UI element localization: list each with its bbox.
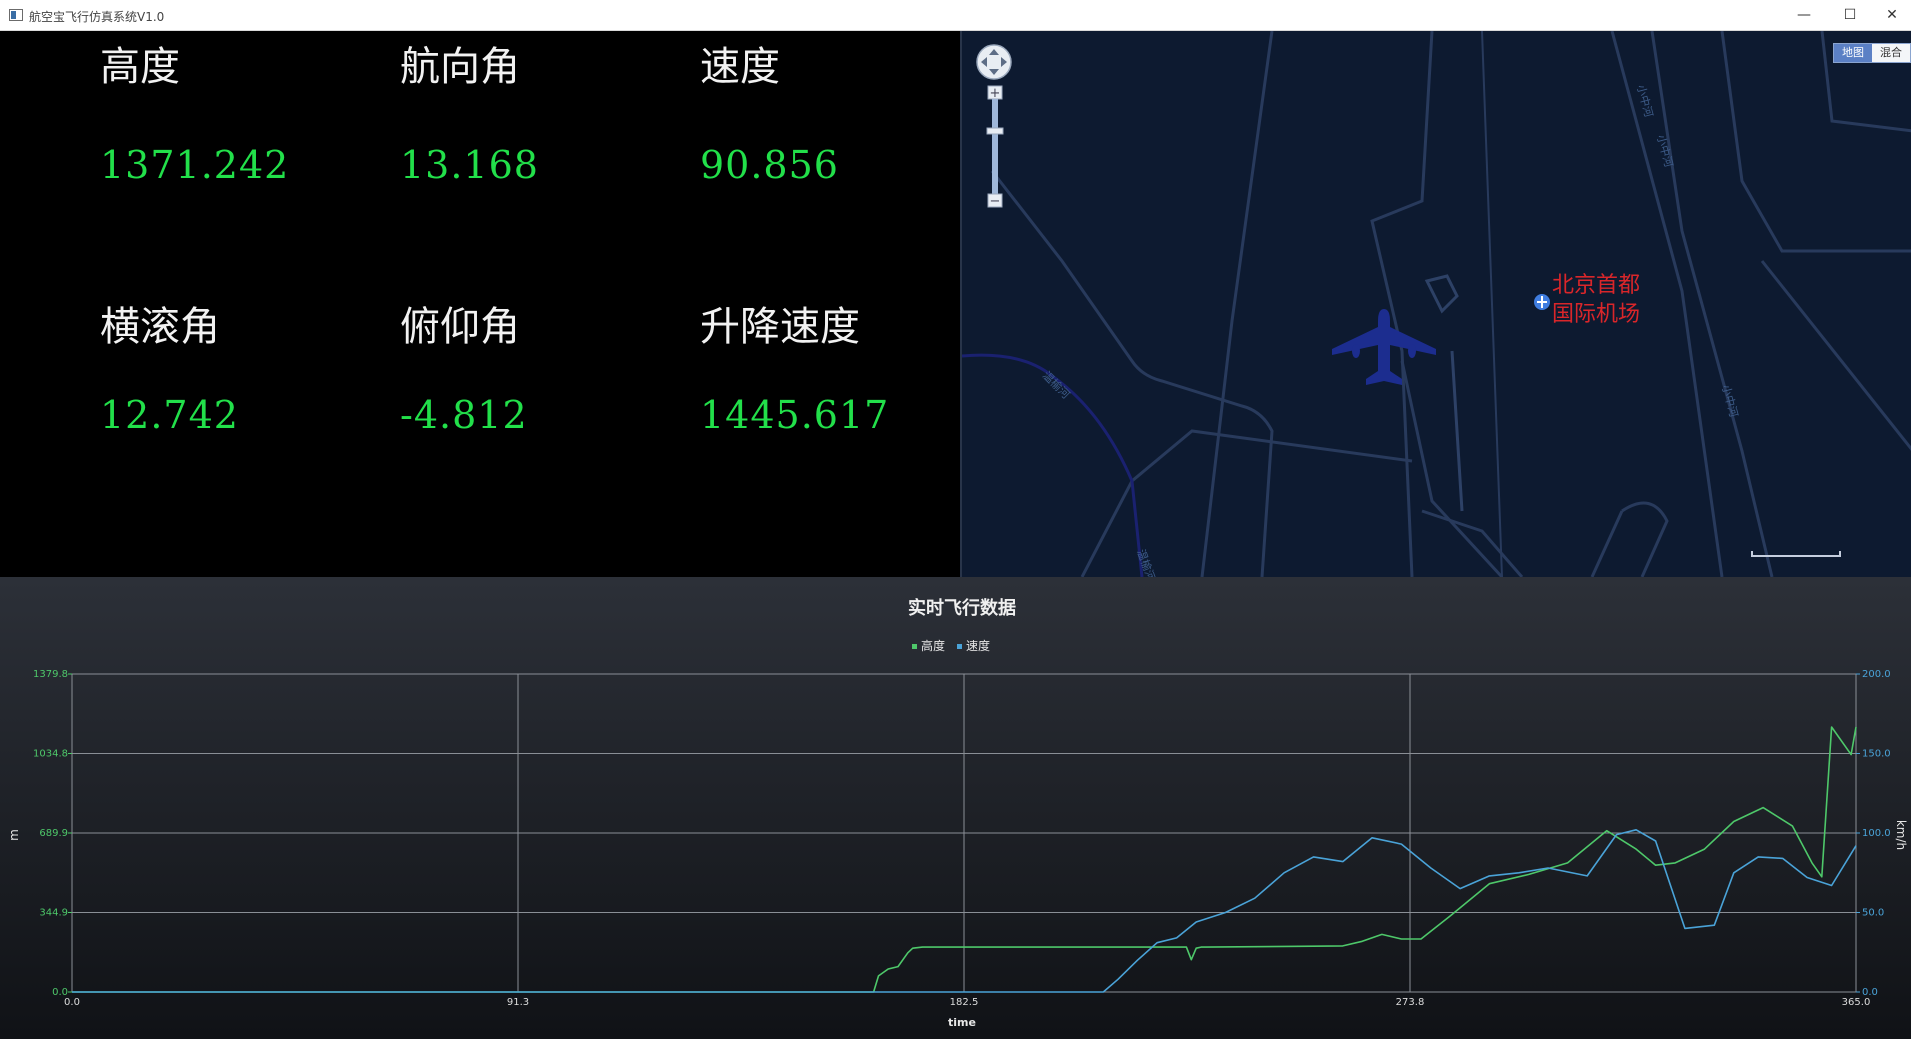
map-roads bbox=[990, 31, 1911, 577]
heading-label: 航向角 bbox=[400, 44, 520, 90]
chart-title: 实时飞行数据 bbox=[908, 597, 1016, 619]
chart-legend: 高度 速度 bbox=[912, 638, 990, 653]
y-axis-label: m bbox=[7, 829, 21, 841]
app-icon bbox=[9, 9, 23, 21]
map-canvas[interactable]: + − 小中河 小中河 小中河 温榆河 温榆河 bbox=[962, 31, 1911, 577]
airplane-icon bbox=[1332, 309, 1436, 385]
river-label: 温榆河 bbox=[1134, 547, 1158, 577]
chart-panel: 实时飞行数据 高度 速度 0.0 91.3 182.5 273.8 365.0 0.0 34… bbox=[0, 577, 1911, 1039]
zoom-slider-track[interactable] bbox=[992, 99, 998, 194]
zoom-in-icon: + bbox=[990, 86, 1001, 101]
vertical-speed-label: 升降速度 bbox=[700, 304, 860, 350]
pitch-label: 俯仰角 bbox=[400, 304, 520, 350]
flight-data-chart: 实时飞行数据 高度 速度 0.0 91.3 182.5 273.8 365.00.034… bbox=[7, 597, 1908, 1029]
x-tick-label: 0.0 bbox=[64, 997, 80, 1008]
vertical-speed-value: 1445.617 bbox=[700, 393, 890, 437]
speed-value: 90.856 bbox=[700, 143, 839, 187]
zoom-out-icon: − bbox=[990, 194, 1001, 209]
minimize-button[interactable]: — bbox=[1781, 0, 1827, 30]
airport-name-label: 北京首都 国际机场 bbox=[1552, 273, 1641, 327]
y-tick-label: 344.9 bbox=[39, 908, 68, 919]
x-tick-label: 273.8 bbox=[1396, 997, 1425, 1008]
heading-value: 13.168 bbox=[400, 143, 539, 187]
legend-swatch-speed bbox=[957, 644, 962, 649]
y2-tick-label: 150.0 bbox=[1862, 749, 1891, 760]
speed-label: 速度 bbox=[700, 44, 780, 90]
y-tick-label: 1034.8 bbox=[33, 749, 68, 760]
map-type-hybrid-button[interactable]: 混合 bbox=[1872, 44, 1910, 62]
map-view[interactable]: + − 小中河 小中河 小中河 温榆河 温榆河 地图 混合 北京首都 国际机场 bbox=[960, 31, 1911, 577]
chart-grid bbox=[68, 673, 1860, 993]
maximize-button[interactable]: ☐ bbox=[1827, 0, 1873, 30]
river-label: 温榆河 bbox=[1040, 368, 1073, 401]
roll-label: 横滚角 bbox=[100, 304, 220, 350]
y-tick-label: 689.9 bbox=[39, 828, 68, 839]
x-tick-label: 182.5 bbox=[950, 997, 979, 1008]
y2-tick-label: 0.0 bbox=[1862, 987, 1878, 998]
altitude-label: 高度 bbox=[100, 44, 180, 90]
legend-label-speed: 速度 bbox=[966, 638, 990, 653]
pitch-value: -4.812 bbox=[400, 393, 528, 437]
legend-label-altitude: 高度 bbox=[921, 638, 945, 653]
y-tick-label: 0.0 bbox=[52, 987, 68, 998]
x-tick-label: 365.0 bbox=[1842, 997, 1871, 1008]
map-type-map-button[interactable]: 地图 bbox=[1834, 44, 1872, 62]
airport-marker-icon[interactable] bbox=[1534, 294, 1550, 310]
altitude-value: 1371.242 bbox=[100, 143, 290, 187]
zoom-slider-handle[interactable] bbox=[986, 127, 1004, 135]
map-zoom-control[interactable]: + − bbox=[976, 44, 1012, 209]
close-button[interactable]: ✕ bbox=[1873, 0, 1911, 30]
window-title: 航空宝飞行仿真系统V1.0 bbox=[29, 10, 165, 24]
window-titlebar: 航空宝飞行仿真系统V1.0 — ☐ ✕ bbox=[0, 0, 1911, 31]
y2-tick-label: 50.0 bbox=[1862, 908, 1884, 919]
y2-tick-label: 200.0 bbox=[1862, 669, 1891, 680]
airport-runways bbox=[1424, 274, 1464, 512]
roll-value: 12.742 bbox=[100, 393, 239, 437]
telemetry-panel: 高度 1371.242 航向角 13.168 速度 90.856 横滚角 12.… bbox=[0, 31, 960, 577]
x-axis-label: time bbox=[948, 1016, 976, 1029]
river-label: 小中河 bbox=[1634, 83, 1655, 118]
y2-axis-label: km/h bbox=[1894, 820, 1908, 850]
map-type-switch[interactable]: 地图 混合 bbox=[1833, 43, 1911, 63]
y-tick-label: 1379.8 bbox=[33, 669, 68, 680]
y2-tick-label: 100.0 bbox=[1862, 828, 1891, 839]
river-label: 小中河 bbox=[1719, 383, 1740, 418]
river-label: 小中河 bbox=[1654, 133, 1675, 168]
legend-swatch-altitude bbox=[912, 644, 917, 649]
chart-ticks: 0.0 91.3 182.5 273.8 365.00.0344.9689.91034.… bbox=[33, 669, 1891, 1008]
x-tick-label: 91.3 bbox=[507, 997, 529, 1008]
